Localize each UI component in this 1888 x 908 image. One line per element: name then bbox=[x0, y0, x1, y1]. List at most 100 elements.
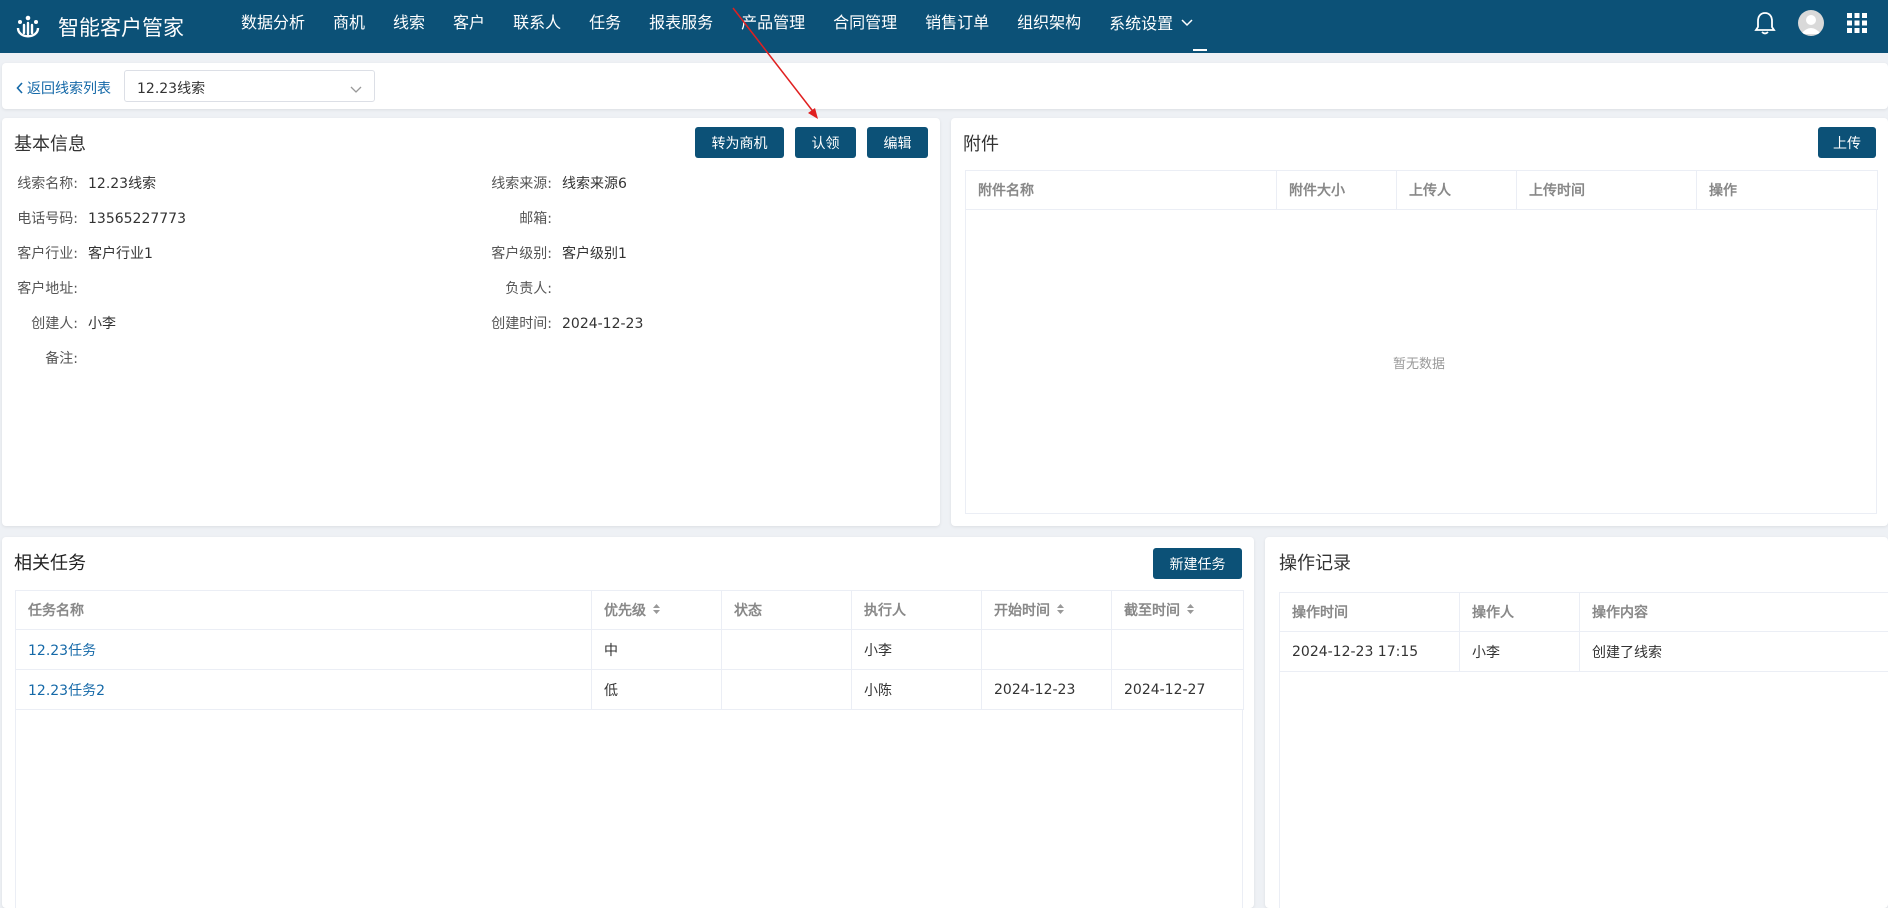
nav-system-settings[interactable]: 系统设置 bbox=[1095, 0, 1207, 53]
apps-grid-icon[interactable] bbox=[1844, 10, 1870, 36]
claim-button[interactable]: 认领 bbox=[795, 127, 856, 158]
field-label: 邮箱: bbox=[519, 211, 552, 227]
nav-reports[interactable]: 报表服务 bbox=[635, 0, 727, 53]
table-cell bbox=[721, 629, 852, 670]
table-cell: 小李 bbox=[1459, 631, 1580, 672]
bell-icon[interactable] bbox=[1752, 10, 1778, 36]
avatar[interactable] bbox=[1798, 10, 1824, 36]
table-row: 2024-12-23 17:15 小李 创建了线索 bbox=[1279, 631, 1888, 672]
column-header: 操作人 bbox=[1459, 592, 1580, 632]
field-level: 客户级别: 客户级别1 bbox=[482, 243, 627, 263]
column-header: 操作时间 bbox=[1279, 592, 1460, 632]
back-link-label: 返回线索列表 bbox=[27, 81, 111, 97]
back-to-leads-link[interactable]: 返回线索列表 bbox=[16, 78, 111, 98]
sort-icon[interactable] bbox=[652, 603, 661, 619]
upload-button[interactable]: 上传 bbox=[1818, 127, 1876, 158]
app-logo[interactable]: 智能客户管家 bbox=[14, 12, 204, 42]
field-lead-source: 线索来源: 线索来源6 bbox=[482, 173, 627, 193]
sort-icon[interactable] bbox=[1186, 603, 1195, 619]
field-phone: 电话号码: 13565227773 bbox=[14, 208, 186, 228]
top-right-tools bbox=[1752, 0, 1870, 46]
column-header: 任务名称 bbox=[15, 590, 592, 630]
column-header: 状态 bbox=[721, 590, 852, 630]
basic-info-title: 基本信息 bbox=[14, 134, 86, 155]
field-email: 邮箱: bbox=[482, 208, 562, 228]
new-task-button[interactable]: 新建任务 bbox=[1153, 548, 1242, 579]
app-title: 智能客户管家 bbox=[58, 15, 184, 40]
chevron-down-icon bbox=[350, 79, 362, 98]
task-name-link[interactable]: 12.23任务 bbox=[15, 629, 592, 670]
field-value: 线索来源6 bbox=[562, 176, 627, 192]
nav-customers[interactable]: 客户 bbox=[439, 0, 499, 53]
chevron-left-icon bbox=[16, 82, 23, 94]
field-created-time: 创建时间: 2024-12-23 bbox=[482, 313, 643, 333]
column-header: 操作 bbox=[1696, 170, 1878, 210]
logo-icon bbox=[16, 15, 40, 37]
field-label: 负责人: bbox=[505, 281, 552, 297]
nav-sales-orders[interactable]: 销售订单 bbox=[911, 0, 1003, 53]
main-nav: 数据分析 商机 线索 客户 联系人 任务 报表服务 产品管理 合同管理 销售订单… bbox=[227, 0, 1207, 53]
table-cell: 中 bbox=[591, 629, 722, 670]
sort-icon[interactable] bbox=[1056, 603, 1065, 619]
nav-products[interactable]: 产品管理 bbox=[727, 0, 819, 53]
chevron-down-icon bbox=[1181, 0, 1193, 46]
empty-state-text: 暂无数据 bbox=[1393, 357, 1446, 372]
field-value: 客户级别1 bbox=[562, 246, 627, 262]
field-label: 创建时间: bbox=[491, 316, 552, 332]
logs-empty-area bbox=[1279, 671, 1888, 908]
field-owner: 负责人: bbox=[482, 278, 562, 298]
task-name-link[interactable]: 12.23任务2 bbox=[15, 669, 592, 710]
field-label: 线索来源: bbox=[491, 176, 552, 192]
field-value: 2024-12-23 bbox=[562, 316, 644, 332]
attachments-title: 附件 bbox=[963, 134, 999, 155]
table-cell: 2024-12-27 bbox=[1111, 669, 1244, 710]
tasks-empty-area bbox=[15, 709, 1243, 908]
field-label: 电话号码: bbox=[17, 211, 78, 227]
tasks-table: 任务名称 优先级 状态 执行人 开始时间 截至时间 12.23任务 中 小李 1… bbox=[15, 590, 1244, 710]
field-remark: 备注: bbox=[14, 348, 88, 368]
convert-to-opportunity-button[interactable]: 转为商机 bbox=[695, 127, 784, 158]
attachments-table: 附件名称 附件大小 上传人 上传时间 操作 bbox=[965, 170, 1878, 210]
column-header-start[interactable]: 开始时间 bbox=[981, 590, 1112, 630]
field-creator: 创建人: 小李 bbox=[14, 313, 116, 333]
nav-organization[interactable]: 组织架构 bbox=[1003, 0, 1095, 53]
tasks-title: 相关任务 bbox=[14, 553, 86, 574]
nav-data-analysis[interactable]: 数据分析 bbox=[227, 0, 319, 53]
table-cell: 低 bbox=[591, 669, 722, 710]
nav-contracts[interactable]: 合同管理 bbox=[819, 0, 911, 53]
column-header: 附件大小 bbox=[1276, 170, 1397, 210]
edit-button[interactable]: 编辑 bbox=[867, 127, 928, 158]
column-header: 上传人 bbox=[1396, 170, 1517, 210]
field-value: 小李 bbox=[88, 316, 116, 332]
column-header: 上传时间 bbox=[1516, 170, 1697, 210]
field-label: 备注: bbox=[45, 351, 78, 367]
nav-tasks[interactable]: 任务 bbox=[575, 0, 635, 53]
table-row[interactable]: 12.23任务2 低 小陈 2024-12-23 2024-12-27 bbox=[15, 669, 1244, 710]
column-header: 附件名称 bbox=[965, 170, 1277, 210]
nav-active-indicator bbox=[1193, 49, 1207, 51]
related-tasks-panel: 相关任务 新建任务 任务名称 优先级 状态 执行人 开始时间 截至时间 12.2… bbox=[2, 537, 1254, 908]
basic-info-panel: 基本信息 转为商机 认领 编辑 线索名称: 12.23线索 线索来源: 线索来源6 … bbox=[2, 118, 940, 526]
nav-system-settings-label: 系统设置 bbox=[1109, 14, 1174, 33]
column-header-label: 开始时间 bbox=[994, 603, 1050, 619]
lead-select[interactable]: 12.23线索 bbox=[124, 70, 375, 102]
column-header-label: 截至时间 bbox=[1124, 603, 1180, 619]
table-cell: 2024-12-23 17:15 bbox=[1279, 631, 1460, 672]
nav-leads[interactable]: 线索 bbox=[379, 0, 439, 53]
nav-opportunities[interactable]: 商机 bbox=[319, 0, 379, 53]
table-cell bbox=[721, 669, 852, 710]
field-label: 客户行业: bbox=[17, 246, 78, 262]
field-label: 线索名称: bbox=[17, 176, 78, 192]
attachments-panel: 附件 上传 附件名称 附件大小 上传人 上传时间 操作 暂无数据 bbox=[951, 118, 1888, 526]
column-header-deadline[interactable]: 截至时间 bbox=[1111, 590, 1244, 630]
column-header: 执行人 bbox=[851, 590, 982, 630]
column-header-priority[interactable]: 优先级 bbox=[591, 590, 722, 630]
field-industry: 客户行业: 客户行业1 bbox=[14, 243, 153, 263]
table-row[interactable]: 12.23任务 中 小李 bbox=[15, 629, 1244, 670]
table-cell bbox=[1111, 629, 1244, 670]
field-lead-name: 线索名称: 12.23线索 bbox=[14, 173, 156, 193]
field-value: 13565227773 bbox=[88, 211, 186, 227]
nav-contacts[interactable]: 联系人 bbox=[499, 0, 575, 53]
field-label: 客户地址: bbox=[17, 281, 78, 297]
table-cell: 创建了线索 bbox=[1579, 631, 1888, 672]
